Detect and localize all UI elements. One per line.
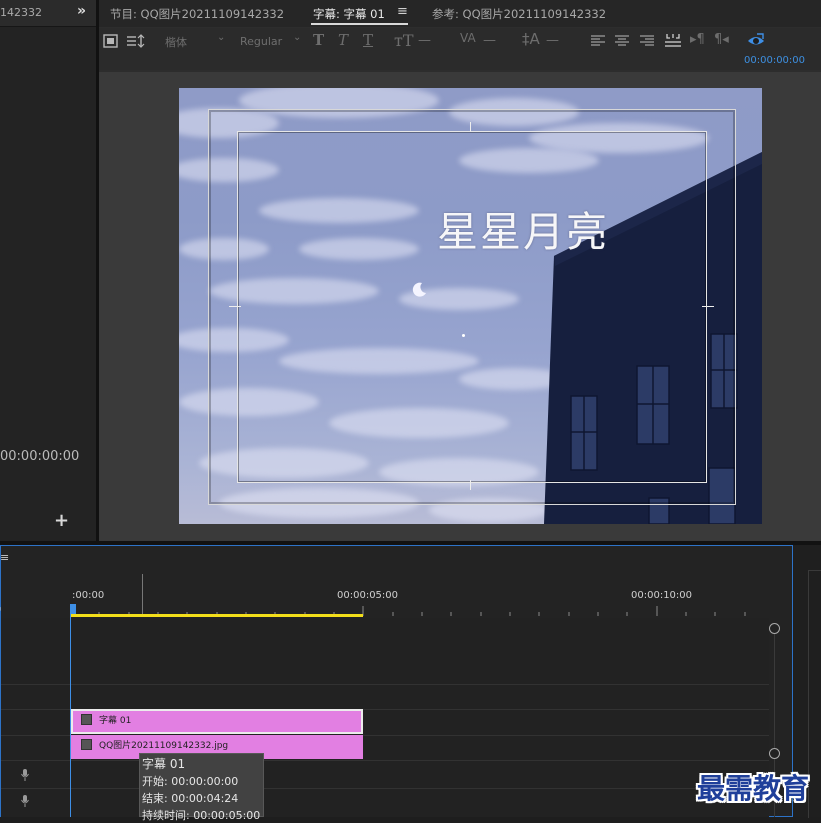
- timeline-menu-icon[interactable]: ≡: [0, 551, 9, 564]
- kerning-icon[interactable]: VA: [460, 31, 476, 45]
- playhead-line[interactable]: [70, 614, 71, 817]
- source-timecode[interactable]: 00:00:00:00: [0, 449, 79, 464]
- work-area-bar[interactable]: [70, 614, 363, 617]
- chevron-down-icon[interactable]: ⌄: [217, 32, 225, 43]
- title-safe-margin: [237, 131, 707, 483]
- align-right-icon[interactable]: [639, 34, 655, 48]
- italic-icon[interactable]: T: [338, 31, 348, 49]
- kerning-value[interactable]: —: [483, 33, 496, 48]
- tab-stops-icon[interactable]: [664, 33, 682, 49]
- title-timecode[interactable]: 00:00:00:00: [744, 55, 805, 66]
- leading-value[interactable]: —: [546, 33, 559, 48]
- playhead-handle[interactable]: [70, 604, 76, 614]
- watermark-logo: 最需教育: [697, 772, 810, 805]
- font-size-value[interactable]: —: [418, 33, 431, 48]
- safe-margin-tick: [470, 122, 471, 132]
- track-divider: [1, 788, 769, 789]
- leading-icon[interactable]: ‡A: [522, 30, 540, 48]
- add-icon[interactable]: +: [54, 510, 69, 531]
- rolling-title-icon[interactable]: [126, 34, 146, 49]
- ruler-label-5s: 00:00:05:00: [337, 590, 399, 601]
- tooltip-start: 开始: 00:00:00:00: [142, 775, 239, 788]
- project-tab-label[interactable]: 142332: [0, 6, 42, 19]
- safe-margin-tick: [702, 306, 714, 307]
- title-clip-label: 字幕 01: [99, 716, 132, 726]
- ruler-hover-line: [142, 574, 143, 614]
- chevron-down-icon[interactable]: ⌄: [293, 32, 301, 43]
- ruler-label-10s: 00:00:10:00: [631, 590, 693, 601]
- image-clip-label: QQ图片20211109142332.jpg: [99, 741, 229, 751]
- safe-margin-tick: [470, 480, 471, 490]
- safe-margin-tick: [229, 306, 241, 307]
- tooltip-end: 结束: 00:00:04:24: [142, 792, 239, 805]
- tooltip-duration: 持续时间: 00:00:05:00: [142, 809, 261, 822]
- track-divider: [1, 684, 769, 685]
- tab-menu-icon[interactable]: ≡: [397, 4, 408, 19]
- star-dot: [462, 334, 465, 337]
- scrollbar-handle-bottom[interactable]: [769, 748, 780, 759]
- bold-icon[interactable]: T: [313, 31, 324, 49]
- font-family-select[interactable]: 楷体: [165, 34, 187, 50]
- audio-meter-panel: [808, 570, 821, 818]
- align-center-icon[interactable]: [614, 34, 630, 48]
- scrollbar-handle-top[interactable]: [769, 623, 780, 634]
- moon-icon: [412, 282, 426, 297]
- ruler-label-start: :00:00: [72, 590, 105, 601]
- title-clip-icon: [81, 714, 92, 725]
- selection-tool-icon[interactable]: [103, 34, 119, 49]
- paragraph-ltr-icon[interactable]: ▸¶: [690, 32, 705, 47]
- chevron-double-right-icon[interactable]: »: [77, 3, 86, 19]
- font-size-icon[interactable]: тT: [394, 31, 414, 50]
- show-video-icon[interactable]: [747, 32, 765, 48]
- tab-program-monitor[interactable]: 节目: QQ图片20211109142332: [110, 6, 284, 22]
- image-clip-icon: [81, 739, 92, 750]
- microphone-icon[interactable]: [20, 768, 30, 782]
- title-text-object[interactable]: 星星月亮: [437, 198, 609, 258]
- tab-reference-monitor[interactable]: 参考: QQ图片20211109142332: [432, 6, 606, 22]
- paragraph-rtl-icon[interactable]: ¶◂: [714, 32, 729, 47]
- microphone-icon[interactable]: [20, 794, 30, 808]
- track-divider: [1, 760, 769, 761]
- font-style-select[interactable]: Regular: [240, 35, 282, 48]
- tooltip-clip-name: 字幕 01: [142, 757, 186, 771]
- underline-icon[interactable]: T: [363, 31, 373, 49]
- active-tab-indicator: [311, 23, 408, 25]
- align-left-icon[interactable]: [590, 34, 606, 48]
- tab-title-designer[interactable]: 字幕: 字幕 01: [313, 6, 385, 22]
